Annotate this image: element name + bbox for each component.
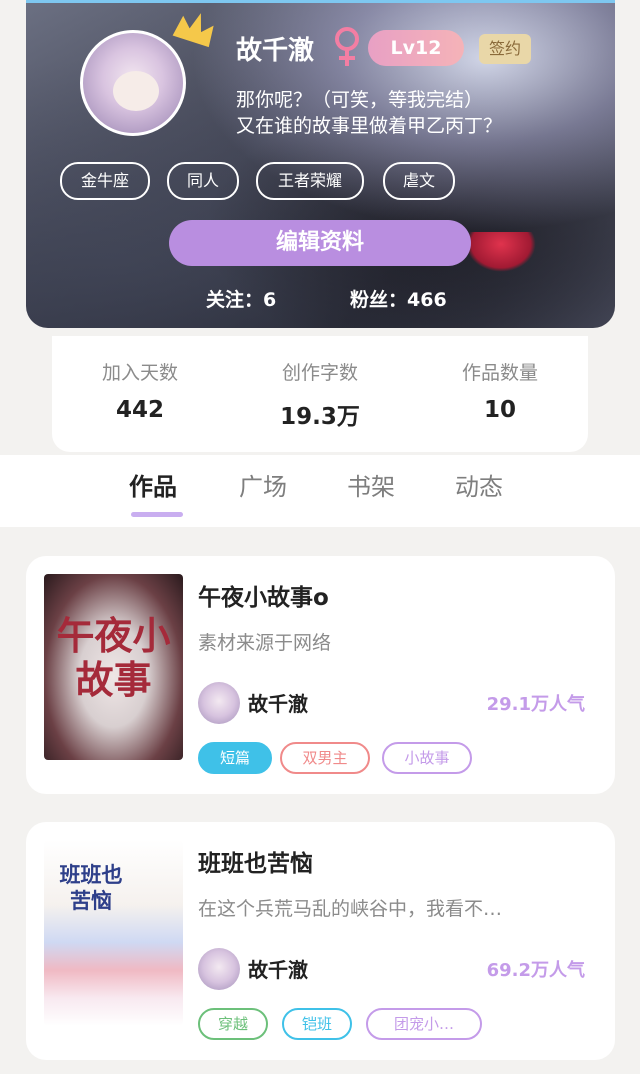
active-tab-indicator [131, 512, 183, 517]
followers-count[interactable]: 粉丝：466 [350, 285, 447, 312]
work-tag[interactable]: 短篇 [198, 742, 272, 774]
level-badge: Lv12 [368, 30, 464, 66]
stat-label: 创作字数 [281, 362, 358, 384]
work-card[interactable]: 班班也苦恼 班班也苦恼 在这个兵荒马乱的峡谷中，我看不… 故千澈 69.2万人气… [26, 822, 615, 1060]
stat-value: 442 [115, 397, 164, 423]
following-count[interactable]: 关注：6 [206, 285, 276, 312]
profile-bio: 那你呢？（可笑，等我完结） 又在谁的故事里做着甲乙丙丁？ [236, 87, 502, 139]
edit-profile-button[interactable]: 编辑资料 [169, 220, 471, 266]
work-tag[interactable]: 双男主 [280, 742, 370, 774]
tab-bookshelf[interactable]: 书架 [347, 467, 395, 502]
work-card[interactable]: 午夜小故事 午夜小故事o 素材来源于网络 故千澈 29.1万人气 短篇 双男主 … [26, 556, 615, 794]
author-name[interactable]: 故千澈 [248, 688, 308, 717]
signed-badge: 签约 [479, 34, 531, 64]
author-name[interactable]: 故千澈 [248, 954, 308, 983]
work-description: 在这个兵荒马乱的峡谷中，我看不… [198, 898, 503, 920]
stat-works-count: 作品数量 10 [425, 358, 575, 423]
tab-activity[interactable]: 动态 [455, 467, 503, 502]
author-avatar[interactable] [198, 948, 240, 990]
bio-line: 那你呢？（可笑，等我完结） [236, 89, 484, 111]
stat-value: 10 [483, 397, 516, 423]
work-description: 素材来源于网络 [198, 632, 332, 654]
profile-tag[interactable]: 金牛座 [60, 162, 150, 200]
banner-art-detail [466, 232, 536, 272]
crown-icon [172, 13, 214, 48]
stats-card: 加入天数 442 创作字数 19.3万 作品数量 10 [52, 336, 588, 452]
profile-tag[interactable]: 虐文 [383, 162, 455, 200]
tab-plaza[interactable]: 广场 [239, 467, 287, 502]
tab-bar: 作品 广场 书架 动态 [0, 455, 640, 527]
bio-line: 又在谁的故事里做着甲乙丙丁？ [236, 115, 503, 137]
profile-avatar[interactable] [80, 30, 186, 136]
cover-title-art: 班班也苦恼 [59, 862, 123, 913]
profile-tag[interactable]: 王者荣耀 [256, 162, 364, 200]
work-tag[interactable]: 铠班 [282, 1008, 352, 1040]
stat-join-days: 加入天数 442 [65, 358, 215, 423]
author-avatar[interactable] [198, 682, 240, 724]
popularity-count: 69.2万人气 [486, 960, 585, 981]
work-title[interactable]: 午夜小故事o [198, 578, 329, 612]
profile-tag[interactable]: 同人 [167, 162, 239, 200]
stat-label: 作品数量 [461, 362, 538, 384]
top-accent-line [26, 0, 615, 3]
stat-label: 加入天数 [101, 362, 178, 384]
username: 故千澈 [236, 36, 315, 66]
work-title[interactable]: 班班也苦恼 [198, 844, 313, 878]
tab-works[interactable]: 作品 [129, 467, 177, 502]
work-cover[interactable]: 班班也苦恼 [44, 840, 183, 1026]
cover-title-art: 午夜小故事 [56, 613, 171, 702]
work-tag[interactable]: 团宠小… [366, 1008, 482, 1040]
work-tag[interactable]: 穿越 [198, 1008, 268, 1040]
work-cover[interactable]: 午夜小故事 [44, 574, 183, 760]
stat-value: 19.3万 [280, 404, 360, 430]
work-tag[interactable]: 小故事 [382, 742, 472, 774]
female-gender-icon [335, 27, 359, 66]
stat-word-count: 创作字数 19.3万 [245, 358, 395, 431]
popularity-count: 29.1万人气 [486, 694, 585, 715]
